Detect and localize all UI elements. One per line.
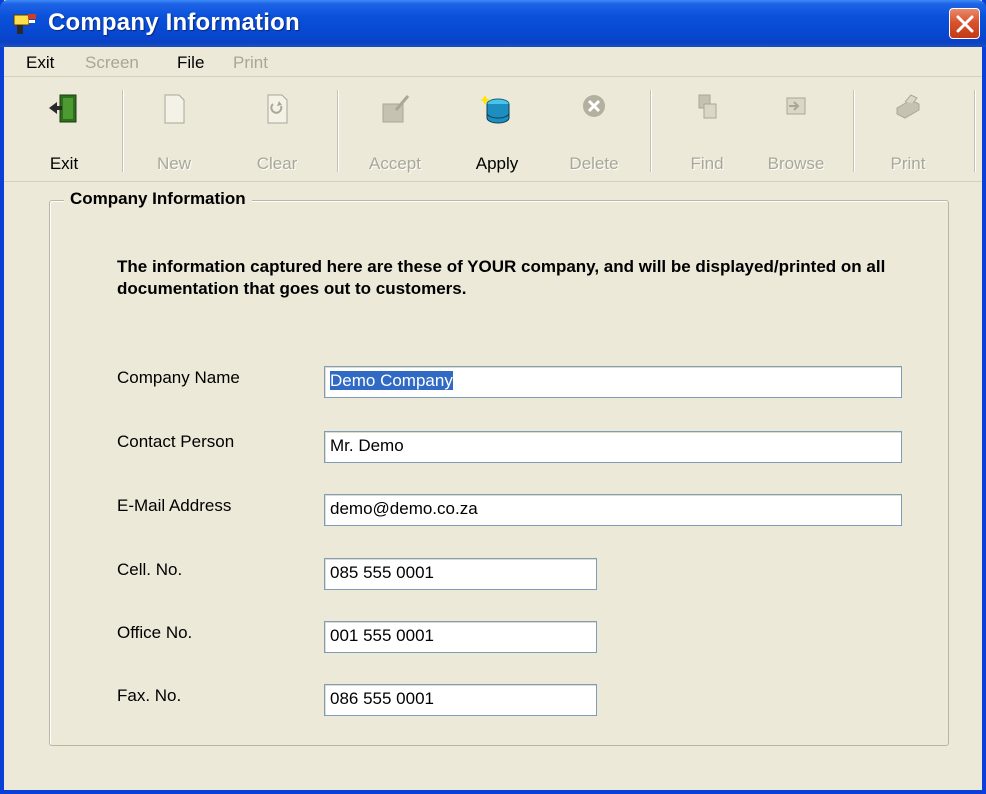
- close-icon: [956, 15, 974, 33]
- accept-button[interactable]: Accept: [360, 84, 430, 180]
- clear-page-icon: [267, 94, 288, 124]
- delete-button-label: Delete: [569, 154, 619, 173]
- contact-person-label: Contact Person: [117, 432, 235, 451]
- toolbar-separator: [650, 90, 652, 172]
- find-button-label: Find: [690, 154, 724, 173]
- fax-no-field[interactable]: 086 555 0001: [324, 684, 597, 716]
- exit-button[interactable]: Exit: [29, 84, 99, 180]
- menu-exit[interactable]: Exit: [26, 53, 54, 73]
- email-address-field[interactable]: demo@demo.co.za: [324, 494, 902, 526]
- new-page-icon: [164, 94, 185, 124]
- toolbar-separator: [122, 90, 124, 172]
- exit-button-label: Exit: [49, 154, 79, 173]
- print-button[interactable]: Print: [873, 84, 943, 180]
- apply-icon: [480, 95, 510, 124]
- close-button[interactable]: [949, 8, 980, 39]
- menu-screen[interactable]: Screen: [85, 53, 139, 73]
- toolbar-separator: [337, 90, 339, 172]
- print-icon: [896, 94, 920, 119]
- menu-file[interactable]: File: [177, 53, 204, 73]
- company-name-value: Demo Company: [330, 371, 453, 390]
- company-information-window: Company Information Exit Screen File Pri…: [0, 0, 986, 794]
- menu-print[interactable]: Print: [233, 53, 268, 73]
- contact-person-field[interactable]: Mr. Demo: [324, 431, 902, 463]
- group-title: Company Information: [64, 189, 252, 209]
- toolbar-separator: [853, 90, 855, 172]
- company-name-label: Company Name: [117, 368, 240, 387]
- delete-button[interactable]: Delete: [559, 84, 629, 180]
- toolbar: Exit New Clear Accept Apply Delete Find …: [4, 78, 982, 182]
- browse-button[interactable]: Browse: [761, 84, 831, 180]
- browse-icon: [786, 97, 806, 115]
- accept-icon: [382, 95, 410, 123]
- print-button-label: Print: [890, 154, 926, 173]
- company-name-field[interactable]: Demo Company: [324, 366, 902, 398]
- delete-icon: [583, 95, 605, 117]
- find-button[interactable]: Find: [672, 84, 742, 180]
- toolbar-separator: [974, 90, 976, 172]
- office-no-label: Office No.: [117, 623, 193, 642]
- fax-no-label: Fax. No.: [117, 686, 182, 705]
- email-address-label: E-Mail Address: [117, 496, 232, 515]
- new-button[interactable]: New: [139, 84, 209, 180]
- menu-bar: Exit Screen File Print: [4, 47, 982, 77]
- intro-text: The information captured here are these …: [117, 257, 886, 298]
- cell-no-field[interactable]: 085 555 0001: [324, 558, 597, 590]
- apply-button-label: Apply: [475, 154, 519, 173]
- exit-door-icon: [49, 94, 77, 123]
- accept-button-label: Accept: [369, 154, 421, 173]
- cell-no-label: Cell. No.: [117, 560, 183, 579]
- clear-button-label: Clear: [256, 154, 298, 173]
- apply-button[interactable]: Apply: [462, 84, 532, 180]
- clear-button[interactable]: Clear: [242, 84, 312, 180]
- app-icon: [12, 12, 38, 36]
- new-button-label: New: [156, 154, 191, 173]
- window-title: Company Information: [48, 9, 300, 36]
- find-icon: [698, 94, 717, 119]
- office-no-field[interactable]: 001 555 0001: [324, 621, 597, 653]
- browse-button-label: Browse: [767, 154, 825, 173]
- title-bar[interactable]: Company Information: [0, 0, 986, 47]
